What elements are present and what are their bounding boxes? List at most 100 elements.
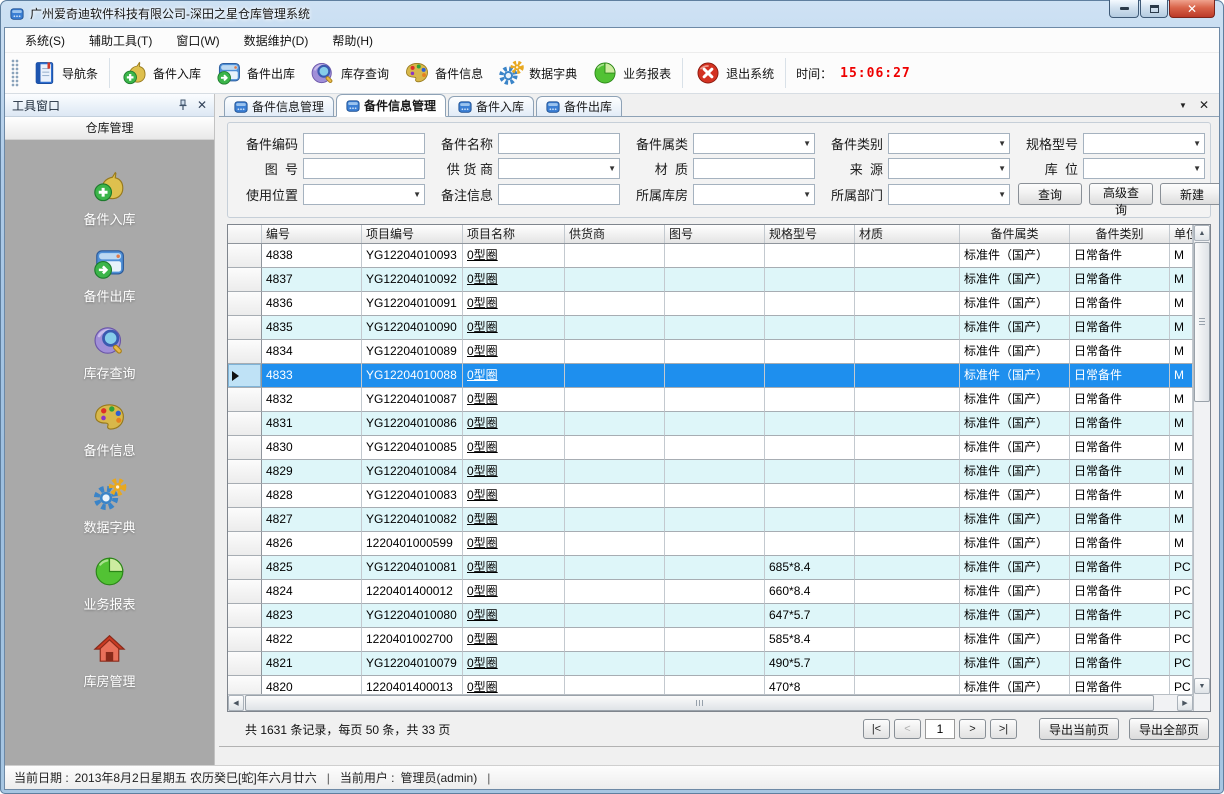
table-row[interactable]: 4821YG122040100790型圈490*5.7标准件（国产）日常备件PC <box>228 652 1193 676</box>
table-row[interactable]: 4830YG122040100850型圈标准件（国产）日常备件M <box>228 436 1193 460</box>
export-current-page-button[interactable]: 导出当前页 <box>1039 718 1119 740</box>
table-row[interactable]: 4836YG122040100910型圈标准件（国产）日常备件M <box>228 292 1193 316</box>
search-input[interactable] <box>498 184 620 205</box>
column-header[interactable]: 单位 <box>1170 225 1193 243</box>
toolbar-button-parts-outbound[interactable]: 备件出库 <box>208 56 302 90</box>
page-number-input[interactable] <box>925 719 955 739</box>
sidebar-item-stock-query[interactable]: 库存查询 <box>83 322 135 382</box>
search-dropdown[interactable]: ▼ <box>303 184 425 205</box>
prev-page-button[interactable]: < <box>894 719 921 739</box>
minimize-button[interactable] <box>1109 0 1139 18</box>
table-row[interactable]: 4827YG122040100820型圈标准件（国产）日常备件M <box>228 508 1193 532</box>
toolbar-button-exit[interactable]: 退出系统 <box>687 56 781 90</box>
table-row[interactable]: 4837YG122040100920型圈标准件（国产）日常备件M <box>228 268 1193 292</box>
row-header-cell[interactable] <box>228 676 262 694</box>
menu-item[interactable]: 帮助(H) <box>320 29 385 52</box>
row-header-cell[interactable] <box>228 436 262 460</box>
column-header[interactable]: 图号 <box>665 225 765 243</box>
row-header-cell[interactable] <box>228 532 262 556</box>
search-dropdown[interactable]: ▼ <box>693 184 815 205</box>
column-header[interactable]: 规格型号 <box>765 225 855 243</box>
table-row[interactable]: 4838YG122040100930型圈标准件（国产）日常备件M <box>228 244 1193 268</box>
row-header-cell[interactable] <box>228 244 262 268</box>
sidebar-item-business-report[interactable]: 业务报表 <box>83 553 135 613</box>
toolbar-button-business-report[interactable]: 业务报表 <box>584 56 678 90</box>
row-header-cell[interactable] <box>228 652 262 676</box>
tool-window-close-icon[interactable]: ✕ <box>197 99 207 111</box>
toolbar-button-navigator[interactable]: 导航条 <box>23 56 105 90</box>
row-header-cell[interactable] <box>228 292 262 316</box>
table-row[interactable]: 4832YG122040100870型圈标准件（国产）日常备件M <box>228 388 1193 412</box>
row-header-cell[interactable] <box>228 628 262 652</box>
row-header-cell[interactable] <box>228 340 262 364</box>
scroll-down-icon[interactable]: ▼ <box>1194 678 1210 694</box>
vertical-scroll-thumb[interactable] <box>1194 242 1210 402</box>
menu-item[interactable]: 数据维护(D) <box>232 29 321 52</box>
column-header[interactable]: 备件属类 <box>960 225 1070 243</box>
table-row[interactable]: 4834YG122040100890型圈标准件（国产）日常备件M <box>228 340 1193 364</box>
menu-item[interactable]: 辅助工具(T) <box>77 29 164 52</box>
column-header[interactable]: 供货商 <box>565 225 665 243</box>
table-row[interactable]: 4829YG122040100840型圈标准件（国产）日常备件M <box>228 460 1193 484</box>
search-input[interactable] <box>498 133 620 154</box>
tab-3[interactable]: 备件入库 <box>448 96 534 116</box>
toolbar-button-stock-query[interactable]: 库存查询 <box>302 56 396 90</box>
vertical-scroll-track[interactable] <box>1194 403 1210 678</box>
advanced-query-button[interactable]: 高级查询 <box>1089 183 1153 205</box>
sidebar-group-header[interactable]: 仓库管理 <box>5 117 214 140</box>
search-dropdown[interactable]: ▼ <box>498 158 620 179</box>
row-header-cell[interactable] <box>228 580 262 604</box>
scroll-left-icon[interactable]: ◀ <box>228 695 244 711</box>
search-dropdown[interactable]: ▼ <box>888 184 1010 205</box>
menu-item[interactable]: 窗口(W) <box>164 29 231 52</box>
column-header[interactable]: 项目编号 <box>362 225 463 243</box>
search-input[interactable] <box>303 133 425 154</box>
search-dropdown[interactable]: ▼ <box>1083 158 1205 179</box>
search-input[interactable] <box>693 158 815 179</box>
row-header-cell[interactable] <box>228 556 262 580</box>
row-header-cell[interactable] <box>228 316 262 340</box>
sidebar-item-parts-info[interactable]: 备件信息 <box>83 399 135 459</box>
first-page-button[interactable]: |< <box>863 719 890 739</box>
row-header-cell[interactable] <box>228 364 262 388</box>
table-row[interactable]: 4823YG122040100800型圈647*5.7标准件（国产）日常备件PC <box>228 604 1193 628</box>
tab-2[interactable]: 备件信息管理 <box>336 94 446 117</box>
table-row[interactable]: 482612204010005990型圈标准件（国产）日常备件M <box>228 532 1193 556</box>
maximize-button[interactable] <box>1140 0 1168 18</box>
column-header[interactable]: 编号 <box>262 225 362 243</box>
horizontal-scrollbar[interactable]: ◀ ▶ <box>228 694 1193 711</box>
sidebar-item-warehouse[interactable]: 库房管理 <box>83 630 135 690</box>
sidebar-item-parts-outbound[interactable]: 备件出库 <box>83 245 135 305</box>
column-header[interactable]: 项目名称 <box>463 225 565 243</box>
close-button[interactable]: ✕ <box>1169 0 1215 18</box>
row-header-cell[interactable] <box>228 508 262 532</box>
table-row[interactable]: 4828YG122040100830型圈标准件（国产）日常备件M <box>228 484 1193 508</box>
table-row[interactable]: 4831YG122040100860型圈标准件（国产）日常备件M <box>228 412 1193 436</box>
sidebar-item-data-dictionary[interactable]: 数据字典 <box>83 476 135 536</box>
table-row[interactable]: 4833YG122040100880型圈标准件（国产）日常备件M <box>228 364 1193 388</box>
last-page-button[interactable]: >| <box>990 719 1017 739</box>
menu-item[interactable]: 系统(S) <box>13 29 77 52</box>
row-header-cell[interactable] <box>228 412 262 436</box>
next-page-button[interactable]: > <box>959 719 986 739</box>
tab-list-dropdown-icon[interactable]: ▼ <box>1179 101 1187 110</box>
table-row[interactable]: 482212204010027000型圈585*8.4标准件（国产）日常备件PC <box>228 628 1193 652</box>
horizontal-scroll-thumb[interactable] <box>245 695 1154 711</box>
search-input[interactable] <box>303 158 425 179</box>
tab-close-icon[interactable]: ✕ <box>1199 98 1209 112</box>
toolbar-button-data-dictionary[interactable]: 数据字典 <box>490 56 584 90</box>
horizontal-scroll-track[interactable] <box>1155 695 1177 711</box>
table-row[interactable]: 4835YG122040100900型圈标准件（国产）日常备件M <box>228 316 1193 340</box>
column-header[interactable]: 备件类别 <box>1070 225 1170 243</box>
search-dropdown[interactable]: ▼ <box>1083 133 1205 154</box>
table-row[interactable]: 482412204014000120型圈660*8.4标准件（国产）日常备件PC <box>228 580 1193 604</box>
tab-1[interactable]: 备件信息管理 <box>224 96 334 116</box>
row-header-cell[interactable] <box>228 484 262 508</box>
sidebar-item-parts-inbound[interactable]: 备件入库 <box>83 168 135 228</box>
scroll-right-icon[interactable]: ▶ <box>1177 695 1193 711</box>
tab-4[interactable]: 备件出库 <box>536 96 622 116</box>
toolbar-grip-handle[interactable] <box>11 59 19 87</box>
vertical-scrollbar[interactable]: ▲ ▼ <box>1193 225 1210 694</box>
search-dropdown[interactable]: ▼ <box>693 133 815 154</box>
toolbar-button-parts-info[interactable]: 备件信息 <box>396 56 490 90</box>
